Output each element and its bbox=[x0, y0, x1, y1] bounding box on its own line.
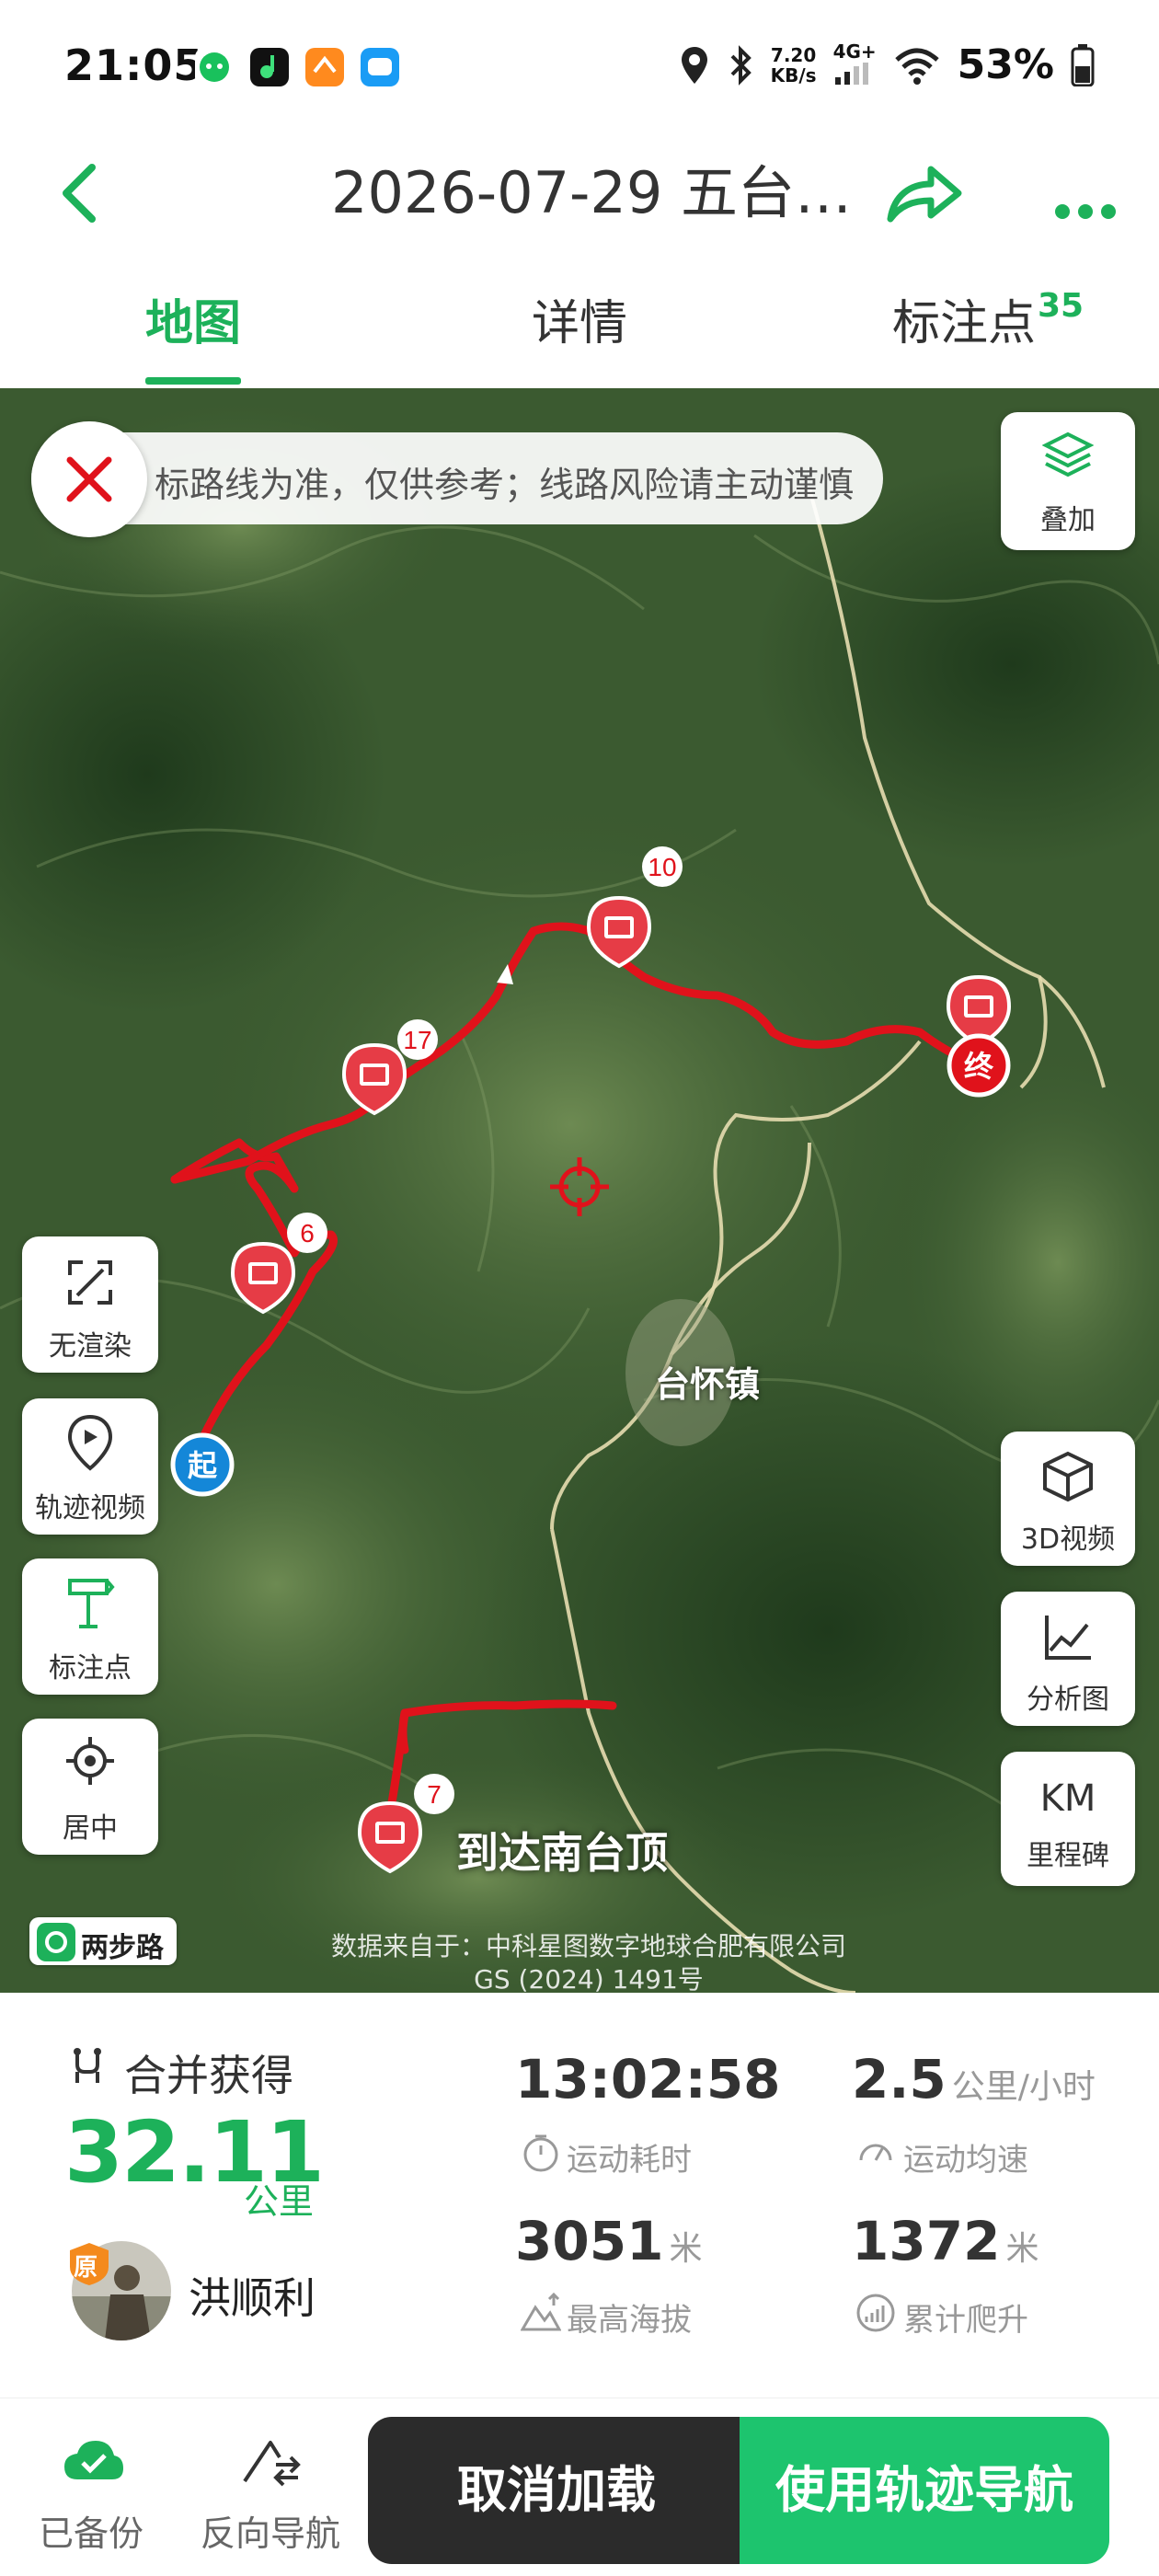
battery-percent: 53% bbox=[957, 41, 1054, 88]
locate-icon bbox=[66, 1737, 114, 1785]
svg-text:终: 终 bbox=[964, 1049, 994, 1084]
status-bar: 21:05 7.20 KB/s 4G+ 53% bbox=[0, 0, 1159, 138]
marker-count-10: 10 bbox=[648, 853, 676, 881]
signpost-icon bbox=[68, 1579, 115, 1628]
waypoints-button[interactable]: 标注点 bbox=[22, 1558, 158, 1695]
marker-count-6: 6 bbox=[300, 1219, 315, 1248]
no-render-button[interactable]: 无渲染 bbox=[22, 1236, 158, 1373]
town-label: 台怀镇 bbox=[655, 1364, 761, 1405]
km-icon: KM bbox=[1039, 1777, 1096, 1820]
track-video-button[interactable]: 轨迹视频 bbox=[22, 1398, 158, 1535]
back-arrow-icon bbox=[63, 164, 96, 223]
message-app-icon bbox=[361, 48, 399, 86]
tab-details[interactable]: 详情 bbox=[532, 296, 627, 370]
waypoints-count-badge: 35 bbox=[1038, 287, 1084, 325]
start-marker[interactable]: 起 bbox=[170, 1432, 235, 1497]
avg-speed-label: 运动均速 bbox=[903, 2142, 1028, 2179]
location-icon bbox=[681, 46, 707, 84]
end-marker[interactable]: 终 bbox=[947, 1033, 1011, 1098]
active-tab-indicator bbox=[145, 377, 241, 385]
3d-video-label: 3D视频 bbox=[1020, 1524, 1116, 1556]
backup-label: 已备份 bbox=[39, 2513, 144, 2554]
distance-unit: 公里 bbox=[244, 2181, 315, 2222]
backup-button[interactable]: 已备份 bbox=[28, 2417, 156, 2564]
satellite-map: 10 17 6 7 起 终 bbox=[0, 388, 1159, 1993]
bottom-action-bar: 已备份 反向导航 取消加载 使用轨迹导航 bbox=[0, 2398, 1159, 2576]
layers-icon bbox=[1042, 431, 1094, 477]
reverse-navigation-label: 反向导航 bbox=[201, 2513, 341, 2554]
analysis-chart-label: 分析图 bbox=[1027, 1684, 1109, 1716]
climb-icon bbox=[856, 2294, 895, 2332]
network-speed: 7.20 KB/s bbox=[770, 43, 817, 86]
close-banner-button[interactable] bbox=[31, 421, 147, 537]
marker-count-7: 7 bbox=[427, 1780, 442, 1809]
username[interactable]: 洪顺利 bbox=[189, 2265, 316, 2326]
cancel-load-button[interactable]: 取消加载 bbox=[368, 2417, 745, 2564]
overlay-label: 叠加 bbox=[1040, 504, 1096, 536]
play-pin-icon bbox=[67, 1414, 113, 1471]
more-button[interactable] bbox=[1044, 158, 1127, 232]
tab-map[interactable]: 地图 bbox=[145, 296, 241, 370]
merge-label: 合并获得 bbox=[124, 2051, 293, 2100]
app-logo-icon bbox=[37, 1923, 75, 1961]
marker-count-17: 17 bbox=[403, 1026, 431, 1054]
track-navigation-button[interactable]: 使用轨迹导航 bbox=[740, 2417, 1109, 2564]
network-type: 4G+ bbox=[833, 40, 877, 89]
duration-label: 运动耗时 bbox=[567, 2142, 692, 2179]
timer-icon bbox=[523, 2134, 558, 2172]
milestone-label: 里程碑 bbox=[1027, 1840, 1109, 1872]
original-badge-text: 原 bbox=[74, 2254, 98, 2282]
center-button[interactable]: 居中 bbox=[22, 1719, 158, 1855]
max-altitude-label: 最高海拔 bbox=[567, 2302, 692, 2339]
more-icon bbox=[1055, 204, 1116, 219]
cube-icon bbox=[1043, 1451, 1093, 1502]
map-attribution: 数据来自于：中科星图数字地球合肥有限公司 GS (2024) 1491号 bbox=[330, 1931, 846, 1995]
status-app-icons bbox=[195, 48, 399, 86]
bluetooth-icon bbox=[730, 44, 752, 86]
total-climb-value: 1372 米 bbox=[852, 2210, 1039, 2272]
music-app-icon bbox=[250, 48, 289, 86]
signal-icon bbox=[834, 63, 868, 85]
total-climb-label: 累计爬升 bbox=[903, 2302, 1028, 2339]
page-title: 2026-07-29 五台… bbox=[331, 159, 846, 226]
peak-label: 到达南台顶 bbox=[456, 1828, 668, 1878]
duration-value: 13:02:58 bbox=[515, 2048, 781, 2110]
reverse-nav-icon bbox=[243, 2441, 301, 2487]
status-right: 7.20 KB/s 4G+ 53% bbox=[679, 40, 1095, 89]
tab-waypoints[interactable]: 标注点 bbox=[892, 296, 1036, 370]
analysis-chart-button[interactable]: 分析图 bbox=[1001, 1592, 1135, 1726]
stats-panel: 合并获得 32.11 公里 原 洪顺利 13:02:58 运动耗时 2.5 公里/… bbox=[0, 1993, 1159, 2398]
waypoints-label: 标注点 bbox=[49, 1652, 132, 1685]
track-video-label: 轨迹视频 bbox=[35, 1492, 145, 1524]
no-render-label: 无渲染 bbox=[49, 1330, 132, 1363]
notice-banner-text: 标路线为准，仅供参考；线路风险请主动谨慎 bbox=[155, 465, 854, 502]
3d-video-button[interactable]: 3D视频 bbox=[1001, 1432, 1135, 1566]
speedometer-icon bbox=[859, 2144, 892, 2161]
reverse-navigation-button[interactable]: 反向导航 bbox=[193, 2417, 350, 2564]
tab-bar: 地图 详情 标注点 35 bbox=[0, 276, 1159, 388]
app-logo-text: 两步路 bbox=[81, 1932, 164, 1964]
overlay-button[interactable]: 叠加 bbox=[1001, 412, 1135, 550]
center-label: 居中 bbox=[63, 1812, 118, 1845]
battery-icon bbox=[1071, 43, 1095, 86]
expand-icon bbox=[68, 1260, 112, 1305]
back-button[interactable] bbox=[46, 156, 120, 230]
milestone-button[interactable]: KM 里程碑 bbox=[1001, 1752, 1135, 1886]
nav-header: 2026-07-29 五台… bbox=[0, 138, 1159, 248]
max-altitude-value: 3051 米 bbox=[515, 2210, 703, 2272]
wifi-icon bbox=[894, 48, 939, 85]
svg-text:起: 起 bbox=[188, 1448, 218, 1483]
shopping-app-icon bbox=[305, 48, 344, 86]
avg-speed-value: 2.5 公里/小时 bbox=[852, 2048, 1096, 2110]
chart-icon bbox=[1045, 1616, 1091, 1660]
map-view[interactable]: 10 17 6 7 起 终 bbox=[0, 388, 1159, 1993]
status-time: 21:05 bbox=[64, 40, 204, 90]
wechat-notify-icon bbox=[195, 48, 234, 86]
close-icon bbox=[66, 456, 112, 502]
cloud-check-icon bbox=[64, 2441, 123, 2479]
share-icon bbox=[887, 166, 962, 223]
mountain-altitude-icon bbox=[521, 2293, 561, 2331]
merge-icon bbox=[74, 2048, 101, 2083]
share-button[interactable] bbox=[883, 158, 966, 232]
